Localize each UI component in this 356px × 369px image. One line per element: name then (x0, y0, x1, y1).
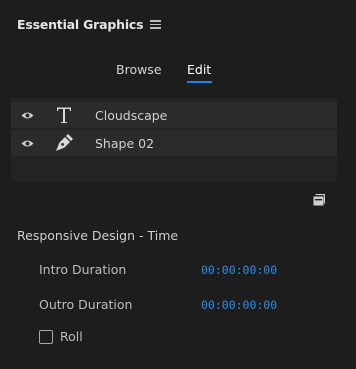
active-tab-indicator (187, 81, 212, 83)
eye-icon[interactable] (21, 139, 34, 148)
outro-duration-label: Outro Duration (39, 297, 133, 312)
eye-icon[interactable] (21, 111, 34, 120)
layers-list: Cloudscape Shape 02 (11, 98, 337, 181)
responsive-design-title: Responsive Design - Time (17, 228, 179, 243)
pen-shape-icon (56, 134, 73, 151)
layer-name: Cloudscape (95, 108, 168, 123)
outro-duration-value[interactable]: 00:00:00:00 (201, 298, 277, 312)
layer-name: Shape 02 (95, 136, 155, 151)
essential-graphics-panel: Essential Graphics Browse Edit Cloudscap… (0, 0, 356, 369)
tab-browse[interactable]: Browse (116, 62, 162, 77)
panel-header: Essential Graphics (0, 0, 356, 48)
tab-edit[interactable]: Edit (187, 62, 211, 77)
new-layer-icon[interactable] (313, 194, 325, 206)
layer-row-cloudscape[interactable]: Cloudscape (11, 102, 337, 128)
panel-title: Essential Graphics (17, 17, 144, 32)
intro-duration-label: Intro Duration (39, 262, 127, 277)
roll-checkbox[interactable] (39, 330, 53, 344)
intro-duration-value[interactable]: 00:00:00:00 (201, 263, 277, 277)
roll-label: Roll (60, 329, 83, 344)
hamburger-menu-icon[interactable] (150, 19, 161, 29)
layer-row-shape-02[interactable]: Shape 02 (11, 130, 337, 156)
text-layer-icon (57, 107, 71, 123)
